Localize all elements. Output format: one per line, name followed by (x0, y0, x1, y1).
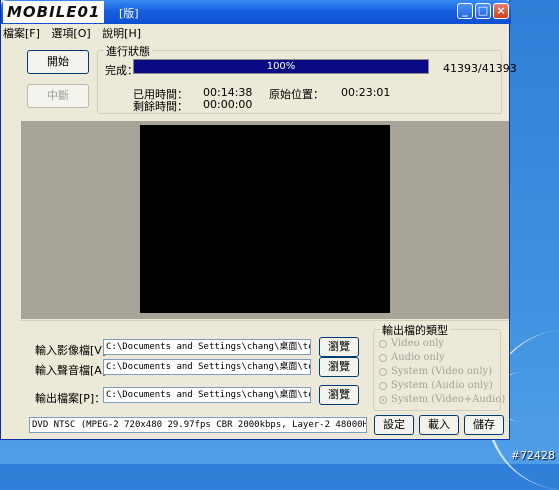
radio-icon (379, 353, 387, 362)
radio-icon (379, 381, 387, 390)
menu-bar: 檔案[F] 選項[O] 說明[H] (3, 25, 149, 40)
radio-icon (379, 367, 387, 376)
radio-system-audio-only[interactable]: System (Audio only) (379, 380, 493, 391)
browse-output-button[interactable]: 瀏覽 (319, 385, 359, 405)
watermark-id: #72428 (510, 449, 555, 462)
radio-system-video-audio[interactable]: System (Video+Audio) (379, 394, 505, 405)
pause-button[interactable]: 中斷 (27, 84, 89, 108)
minimize-button[interactable]: _ (457, 3, 473, 19)
progress-bar: 100% (133, 59, 429, 74)
remaining-label: 剩餘時間： (133, 100, 188, 113)
menu-help[interactable]: 說明[H] (102, 27, 141, 40)
menu-options[interactable]: 選項[O] (51, 27, 90, 40)
close-button[interactable]: × (493, 3, 509, 19)
title-bar[interactable]: MOBILE01 [版] _ □ × (1, 0, 511, 24)
input-video-field[interactable]: C:\Documents and Settings\chang\桌面\test\… (103, 339, 311, 355)
mobile01-logo: MOBILE01 (3, 1, 105, 23)
load-button[interactable]: 載入 (419, 415, 459, 435)
output-file-label: 輸出檔案[P]： (35, 392, 106, 405)
radio-checked-icon (379, 395, 387, 404)
source-position-label: 原始位置： (269, 88, 324, 101)
radio-audio-only[interactable]: Audio only (379, 352, 445, 363)
frame-count: 41393/41393 (443, 62, 517, 75)
status-group-title: 進行狀態 (104, 43, 152, 59)
video-preview (140, 125, 390, 313)
remaining-value: 00:00:00 (203, 98, 253, 111)
menu-file[interactable]: 檔案[F] (3, 27, 40, 40)
save-button[interactable]: 儲存 (464, 415, 504, 435)
output-file-field[interactable]: C:\Documents and Settings\chang\桌面\test\… (103, 387, 311, 403)
window-title: [版] (119, 7, 139, 20)
settings-button[interactable]: 設定 (374, 415, 414, 435)
format-display: DVD NTSC (MPEG-2 720x480 29.97fps CBR 20… (29, 417, 367, 433)
progress-text: 100% (266, 61, 296, 72)
browse-video-button[interactable]: 瀏覽 (319, 337, 359, 357)
output-type-title: 輸出檔的類型 (380, 322, 450, 338)
input-audio-field[interactable]: C:\Documents and Settings\chang\桌面\test\… (103, 359, 311, 375)
source-position-value: 00:23:01 (341, 86, 391, 99)
maximize-button[interactable]: □ (475, 3, 491, 19)
radio-system-video-only[interactable]: System (Video only) (379, 366, 492, 377)
encoder-window: MOBILE01 [版] _ □ × 檔案[F] 選項[O] 說明[H] 開始 … (0, 0, 517, 440)
radio-icon (379, 339, 387, 348)
start-button[interactable]: 開始 (27, 50, 89, 74)
radio-video-only[interactable]: Video only (379, 338, 444, 349)
browse-audio-button[interactable]: 瀏覽 (319, 357, 359, 377)
